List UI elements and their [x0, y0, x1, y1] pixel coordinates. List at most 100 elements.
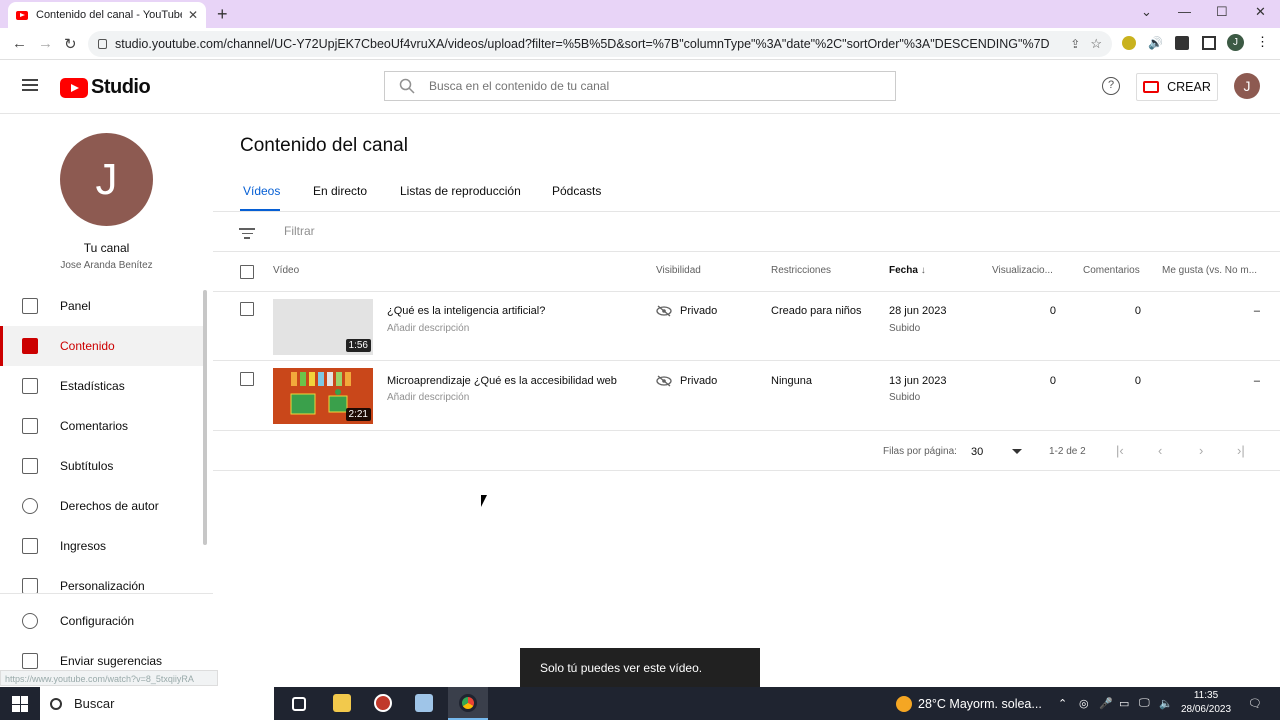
toast-notification: Solo tú puedes ver este vídeo.: [520, 648, 760, 688]
media-volume-icon[interactable]: 🔊: [1148, 36, 1163, 50]
previous-page-icon[interactable]: ‹: [1158, 443, 1162, 458]
close-tab-icon[interactable]: ✕: [188, 8, 198, 22]
taskbar-search[interactable]: Buscar: [40, 687, 274, 720]
sidebar-scrollbar[interactable]: [203, 290, 207, 545]
column-restrictions[interactable]: Restricciones: [771, 265, 831, 276]
channel-name: Jose Aranda Benítez: [60, 260, 153, 271]
browser-tab[interactable]: Contenido del canal - YouTube S ✕: [8, 2, 206, 28]
hamburger-menu-icon[interactable]: [22, 79, 38, 91]
sidebar-item-label: Panel: [60, 299, 91, 313]
close-window-icon[interactable]: ✕: [1255, 4, 1266, 20]
side-panel-icon[interactable]: [1202, 36, 1216, 50]
new-tab-icon[interactable]: +: [217, 4, 228, 25]
video-title[interactable]: ¿Qué es la inteligencia artificial?: [387, 305, 545, 317]
filter-icon[interactable]: [239, 225, 255, 242]
tab-videos[interactable]: Vídeos: [243, 184, 280, 198]
chrome-icon[interactable]: [459, 694, 477, 712]
tab-search-icon[interactable]: ⌄: [1141, 4, 1152, 20]
visibility-cell[interactable]: Privado: [656, 375, 717, 387]
video-description[interactable]: Añadir descripción: [387, 392, 469, 403]
forward-icon[interactable]: →: [38, 35, 53, 52]
copyright-icon: [22, 498, 38, 514]
microphone-icon[interactable]: 🎤: [1099, 697, 1113, 710]
visibility-cell[interactable]: Privado: [656, 305, 717, 317]
sidebar-item-panel[interactable]: Panel: [0, 286, 205, 326]
next-page-icon[interactable]: ›: [1199, 443, 1203, 458]
back-icon[interactable]: ←: [12, 35, 27, 52]
account-avatar[interactable]: J: [1234, 73, 1260, 99]
notifications-icon[interactable]: 🗨: [1248, 697, 1262, 710]
url-text: studio.youtube.com/channel/UC-Y72UpjEK7C…: [115, 37, 1050, 51]
lock-icon: [98, 39, 107, 49]
sidebar-item-earn[interactable]: Ingresos: [0, 526, 205, 566]
channel-avatar[interactable]: J: [60, 133, 153, 226]
screen-recorder-icon[interactable]: [374, 694, 392, 712]
menu-kebab-icon[interactable]: ⋮: [1256, 34, 1270, 49]
sidebar-item-copyright[interactable]: Derechos de autor: [0, 486, 205, 526]
windows-start-icon[interactable]: [12, 696, 28, 712]
sidebar-item-settings[interactable]: Configuración: [0, 601, 205, 641]
notepad-app-icon[interactable]: [415, 694, 433, 712]
battery-icon[interactable]: ▭: [1119, 697, 1129, 710]
column-date[interactable]: Fecha ↓: [889, 265, 926, 276]
sidebar-divider: [0, 593, 213, 594]
sidebar-item-content[interactable]: Contenido: [0, 326, 205, 366]
last-page-icon[interactable]: ›|: [1237, 443, 1245, 458]
tab-playlists[interactable]: Listas de reproducción: [400, 184, 521, 198]
sidebar-item-subtitles[interactable]: Subtítulos: [0, 446, 205, 486]
address-bar[interactable]: studio.youtube.com/channel/UC-Y72UpjEK7C…: [88, 31, 1112, 57]
sidebar-item-comments[interactable]: Comentarios: [0, 406, 205, 446]
visibility-label: Privado: [680, 375, 718, 387]
video-description[interactable]: Añadir descripción: [387, 323, 469, 334]
maximize-icon[interactable]: ☐: [1216, 4, 1228, 20]
sidebar-item-analytics[interactable]: Estadísticas: [0, 366, 205, 406]
minimize-icon[interactable]: —: [1178, 4, 1191, 19]
system-clock[interactable]: 11:35 28/06/2023: [1180, 689, 1232, 717]
profile-avatar[interactable]: J: [1227, 34, 1244, 51]
extensions-puzzle-icon[interactable]: [1175, 36, 1189, 50]
pagination-range: 1-2 de 2: [1049, 446, 1086, 457]
upload-status: Subido: [889, 392, 921, 403]
extension-key-icon[interactable]: [1122, 36, 1136, 50]
bookmark-star-icon[interactable]: ☆: [1090, 36, 1102, 52]
video-thumbnail[interactable]: 2:21: [273, 368, 373, 424]
column-comments[interactable]: Comentarios: [1083, 265, 1140, 276]
row-checkbox[interactable]: [240, 372, 254, 386]
first-page-icon[interactable]: |‹: [1116, 443, 1124, 458]
likes-cell: –: [1253, 305, 1260, 317]
upload-status: Subido: [889, 323, 921, 334]
video-title[interactable]: Microaprendizaje ¿Qué es la accesibilida…: [387, 375, 617, 387]
feedback-icon: [22, 653, 38, 669]
sidebar-item-customization[interactable]: Personalización: [0, 566, 205, 606]
column-visibility[interactable]: Visibilidad: [656, 265, 701, 276]
volume-icon[interactable]: 🔈: [1159, 697, 1173, 710]
column-views[interactable]: Visualizacio...: [992, 265, 1053, 276]
file-explorer-icon[interactable]: [333, 694, 351, 712]
share-icon[interactable]: ⇪: [1070, 37, 1080, 51]
tray-chevron-icon[interactable]: ⌃: [1058, 697, 1067, 710]
column-likes[interactable]: Me gusta (vs. No m...: [1162, 265, 1257, 276]
help-icon[interactable]: ?: [1102, 77, 1120, 95]
channel-search[interactable]: [384, 71, 896, 101]
network-icon[interactable]: 🖵: [1139, 697, 1150, 710]
tab-podcasts[interactable]: Pódcasts: [552, 184, 601, 198]
windows-taskbar: Buscar 28°C Mayorm. solea... ⌃ ◎ 🎤 ▭ 🖵 🔈…: [0, 687, 1280, 720]
row-checkbox[interactable]: [240, 302, 254, 316]
select-all-checkbox[interactable]: [240, 265, 254, 279]
create-button[interactable]: CREAR: [1136, 73, 1218, 101]
reload-icon[interactable]: ↻: [64, 35, 77, 53]
video-thumbnail[interactable]: 1:56: [273, 299, 373, 355]
rows-per-page-select[interactable]: 30: [971, 446, 983, 458]
studio-logo[interactable]: Studio: [60, 76, 151, 99]
task-view-icon[interactable]: [292, 697, 306, 711]
dropdown-arrow-icon[interactable]: [1012, 449, 1022, 454]
search-input[interactable]: [429, 79, 869, 93]
video-create-icon: [1143, 81, 1160, 93]
filter-input[interactable]: Filtrar: [284, 224, 315, 238]
analytics-icon: [22, 378, 38, 394]
weather-widget[interactable]: 28°C Mayorm. solea...: [896, 696, 1042, 712]
content-icon: [22, 338, 38, 354]
row-divider: [213, 360, 1280, 361]
tray-app-icon[interactable]: ◎: [1079, 697, 1089, 710]
tab-live[interactable]: En directo: [313, 184, 367, 198]
